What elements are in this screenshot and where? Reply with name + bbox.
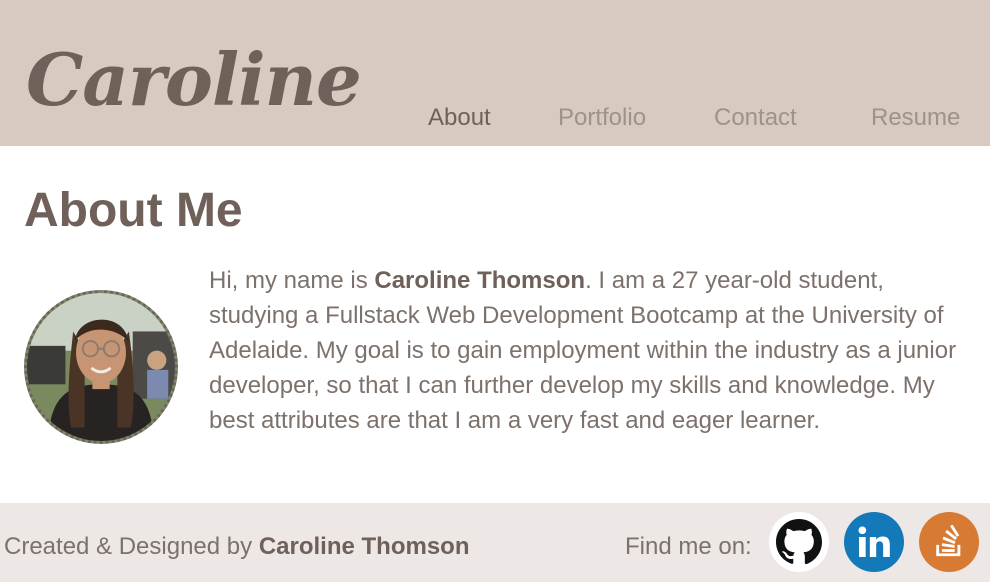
profile-photo [24,290,178,444]
profile-photo-illustration [27,293,175,441]
site-footer: Created & Designed by Caroline Thomson F… [0,503,990,582]
github-icon [776,519,822,565]
credit-prefix: Created & Designed by [4,533,259,560]
bio-paragraph: Hi, my name is Caroline Thomson. I am a … [209,263,979,438]
main-nav: About Portfolio Contact Resume [0,104,990,134]
footer-credit: Created & Designed by Caroline Thomson [4,533,470,561]
stackoverflow-link[interactable] [919,512,979,572]
nav-about[interactable]: About [428,104,491,132]
nav-resume[interactable]: Resume [871,104,960,132]
linkedin-icon [858,526,890,557]
linkedin-link[interactable] [844,512,904,572]
find-me-label: Find me on: [625,533,752,560]
bio-name: Caroline Thomson [374,267,586,294]
stackoverflow-icon [936,525,961,557]
site-header: Caroline About Portfolio Contact Resume [0,0,990,146]
credit-name: Caroline Thomson [258,533,470,560]
nav-contact[interactable]: Contact [714,104,797,132]
bio-intro: Hi, my name is [209,267,375,294]
nav-portfolio[interactable]: Portfolio [558,104,646,132]
page-title: About Me [24,184,243,237]
github-link[interactable] [769,512,829,572]
